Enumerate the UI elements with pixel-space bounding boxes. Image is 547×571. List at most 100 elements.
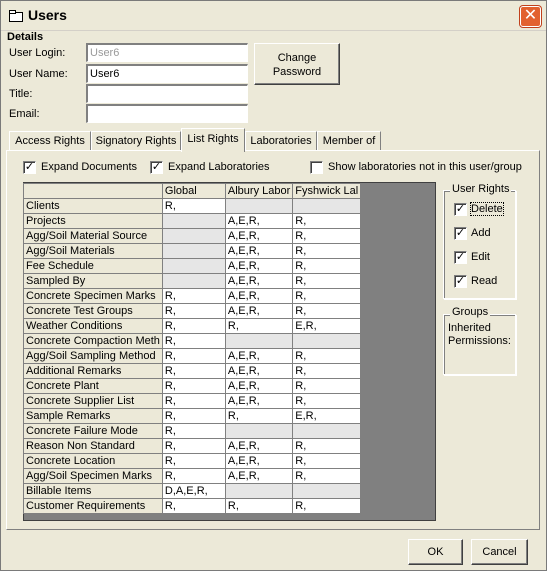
rights-cell[interactable]: A,E,R, [224, 453, 294, 469]
rights-cell[interactable]: A,E,R, [224, 213, 294, 229]
list-rights-grid[interactable]: Global Albury Labor Fyshwick Lal Clients… [23, 183, 362, 514]
rights-cell[interactable]: A,E,R, [224, 348, 294, 364]
rights-cell[interactable]: A,E,R, [224, 363, 294, 379]
user-right-add-checkbox[interactable]: ✓ [454, 227, 467, 240]
rights-cell[interactable]: R, [292, 288, 362, 304]
table-row[interactable]: Sample Remarks R, R, E,R, [23, 408, 362, 424]
rights-cell[interactable]: R, [292, 303, 362, 319]
column-header[interactable]: Albury Labor [224, 183, 294, 199]
rights-cell[interactable] [224, 333, 294, 349]
email-field[interactable] [86, 104, 248, 123]
rights-cell[interactable]: A,E,R, [224, 273, 294, 289]
rights-cell[interactable]: R, [292, 243, 362, 259]
rights-cell[interactable]: R, [161, 318, 226, 334]
rights-cell[interactable]: A,E,R, [224, 438, 294, 454]
rights-cell[interactable]: D,A,E,R, [161, 483, 226, 499]
table-row[interactable]: Billable Items D,A,E,R, [23, 483, 362, 499]
user-right-read-checkbox[interactable]: ✓ [454, 275, 467, 288]
rights-cell[interactable]: R, [161, 468, 226, 484]
column-header[interactable]: Fyshwick Lal [292, 183, 362, 199]
rights-cell[interactable]: R, [292, 258, 362, 274]
rights-cell[interactable] [224, 483, 294, 499]
table-row[interactable]: Concrete Specimen Marks R, A,E,R, R, [23, 288, 362, 304]
user-right-delete-checkbox[interactable]: ✓ [454, 203, 467, 216]
rights-cell[interactable]: R, [161, 333, 226, 349]
rights-cell[interactable]: R, [224, 318, 294, 334]
rights-cell[interactable] [292, 198, 362, 214]
rights-cell[interactable]: R, [292, 468, 362, 484]
rights-cell[interactable] [224, 198, 294, 214]
table-row[interactable]: Agg/Soil Material Source A,E,R, R, [23, 228, 362, 244]
tab-access-rights[interactable]: Access Rights [9, 131, 91, 151]
rights-cell[interactable]: R, [292, 213, 362, 229]
title-bar[interactable]: Users ✕ [1, 1, 546, 31]
expand-documents-checkbox[interactable]: ✓ [23, 161, 36, 174]
rights-cell[interactable] [161, 273, 226, 289]
tab-laboratories[interactable]: Laboratories [245, 131, 317, 151]
expand-laboratories-checkbox[interactable]: ✓ [150, 161, 163, 174]
rights-cell[interactable]: R, [161, 303, 226, 319]
rights-cell[interactable]: E,R, [292, 408, 362, 424]
rights-cell[interactable]: R, [161, 378, 226, 394]
rights-cell[interactable] [161, 243, 226, 259]
title-field[interactable] [86, 84, 248, 103]
rights-cell[interactable]: A,E,R, [224, 378, 294, 394]
show-labs-checkbox[interactable] [310, 161, 323, 174]
table-row[interactable]: Agg/Soil Sampling Method R, A,E,R, R, [23, 348, 362, 364]
rights-cell[interactable]: R, [161, 348, 226, 364]
rights-cell[interactable]: R, [161, 438, 226, 454]
rights-cell[interactable] [161, 213, 226, 229]
rights-cell[interactable]: R, [292, 438, 362, 454]
table-row[interactable]: Agg/Soil Materials A,E,R, R, [23, 243, 362, 259]
rights-cell[interactable]: R, [292, 228, 362, 244]
rights-cell[interactable]: R, [224, 498, 294, 514]
rights-cell[interactable]: R, [161, 498, 226, 514]
close-button[interactable]: ✕ [520, 6, 541, 27]
tab-member-of[interactable]: Member of [317, 131, 381, 151]
table-row[interactable]: Concrete Compaction Meth R, [23, 333, 362, 349]
rights-cell[interactable]: R, [161, 198, 226, 214]
rights-cell[interactable]: R, [292, 378, 362, 394]
rights-cell[interactable] [292, 423, 362, 439]
tab-signatory-rights[interactable]: Signatory Rights [91, 131, 181, 151]
rights-cell[interactable]: A,E,R, [224, 258, 294, 274]
ok-button[interactable]: OK [408, 539, 463, 565]
rights-cell[interactable] [161, 258, 226, 274]
rights-cell[interactable] [224, 423, 294, 439]
rights-cell[interactable]: A,E,R, [224, 228, 294, 244]
rights-cell[interactable]: R, [292, 453, 362, 469]
rights-cell[interactable]: R, [292, 363, 362, 379]
rights-cell[interactable] [292, 483, 362, 499]
rights-cell[interactable]: R, [161, 423, 226, 439]
rights-cell[interactable]: R, [161, 393, 226, 409]
table-row[interactable]: Concrete Supplier List R, A,E,R, R, [23, 393, 362, 409]
tab-list-rights[interactable]: List Rights [181, 128, 245, 152]
rights-cell[interactable]: A,E,R, [224, 243, 294, 259]
table-row[interactable]: Concrete Test Groups R, A,E,R, R, [23, 303, 362, 319]
table-row[interactable]: Fee Schedule A,E,R, R, [23, 258, 362, 274]
rights-cell[interactable] [161, 228, 226, 244]
user-right-edit-checkbox[interactable]: ✓ [454, 251, 467, 264]
table-row[interactable]: Projects A,E,R, R, [23, 213, 362, 229]
column-header[interactable]: Global [161, 183, 226, 199]
table-row[interactable]: Customer Requirements R, R, R, [23, 498, 362, 514]
table-row[interactable]: Additional Remarks R, A,E,R, R, [23, 363, 362, 379]
rights-cell[interactable]: E,R, [292, 318, 362, 334]
rights-cell[interactable]: R, [292, 348, 362, 364]
user-name-field[interactable]: User6 [86, 64, 248, 83]
rights-cell[interactable]: R, [292, 273, 362, 289]
rights-cell[interactable]: R, [292, 498, 362, 514]
rights-cell[interactable]: R, [292, 393, 362, 409]
rights-cell[interactable]: R, [161, 363, 226, 379]
table-row[interactable]: Concrete Failure Mode R, [23, 423, 362, 439]
table-row[interactable]: Agg/Soil Specimen Marks R, A,E,R, R, [23, 468, 362, 484]
table-row[interactable]: Clients R, [23, 198, 362, 214]
rights-cell[interactable]: A,E,R, [224, 288, 294, 304]
table-row[interactable]: Concrete Location R, A,E,R, R, [23, 453, 362, 469]
rights-cell[interactable] [292, 333, 362, 349]
rights-cell[interactable]: R, [161, 288, 226, 304]
change-password-button[interactable]: Change Password [254, 43, 340, 85]
rights-cell[interactable]: A,E,R, [224, 468, 294, 484]
rights-cell[interactable]: R, [161, 453, 226, 469]
table-row[interactable]: Reason Non Standard R, A,E,R, R, [23, 438, 362, 454]
